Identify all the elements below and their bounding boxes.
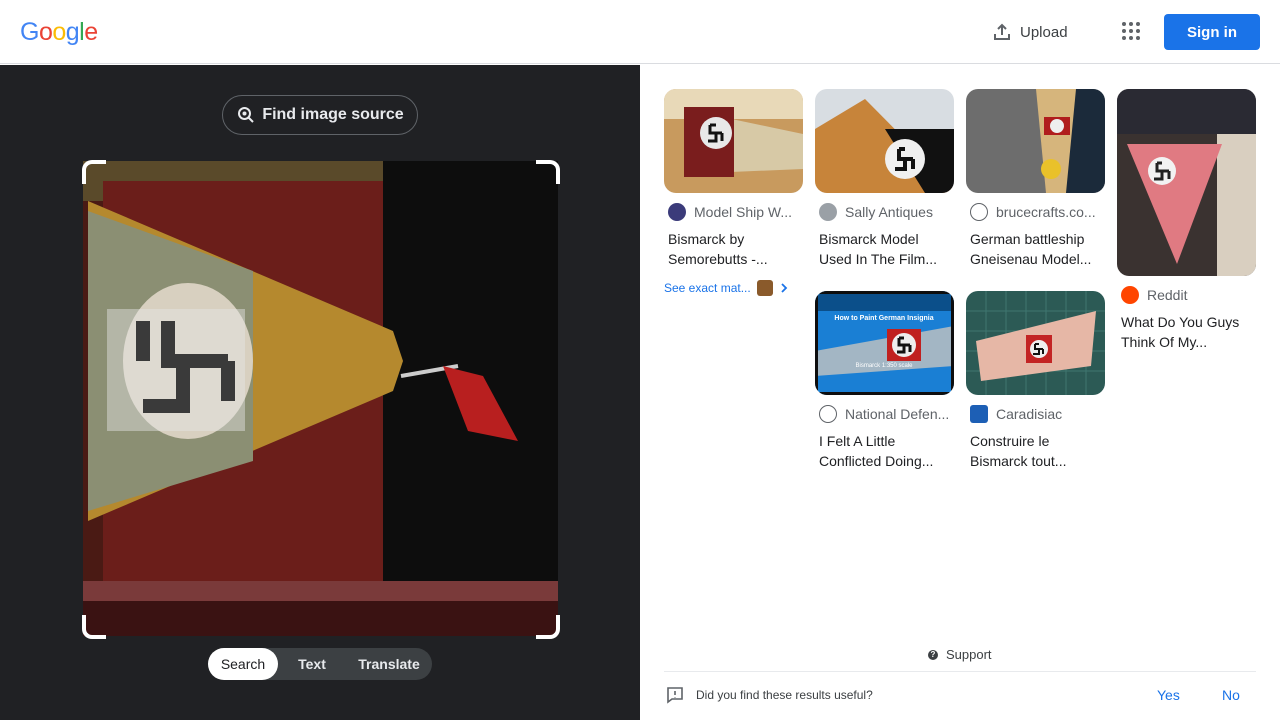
see-exact-matches-label: See exact mat... xyxy=(664,281,751,295)
result-source: Sally Antiques xyxy=(845,204,933,220)
upload-button[interactable]: Upload xyxy=(992,20,1068,44)
support-link[interactable]: ? Support xyxy=(928,647,992,662)
apps-grid-icon[interactable] xyxy=(1120,20,1144,44)
tab-translate[interactable]: Translate xyxy=(346,648,432,680)
globe-icon xyxy=(819,405,837,423)
result-source: Model Ship W... xyxy=(694,204,793,220)
result-title: What Do You Guys Think Of My... xyxy=(1121,314,1240,350)
result-thumbnail[interactable] xyxy=(815,89,954,193)
caradisiac-favicon xyxy=(970,405,988,423)
result-card[interactable]: Sally Antiques Bismarck Model Used In Th… xyxy=(815,89,954,269)
result-card[interactable]: Model Ship W... Bismarck by Semorebutts … xyxy=(664,89,803,269)
result-title: Construire le Bismarck tout... xyxy=(970,433,1067,469)
result-source: brucecrafts.co... xyxy=(996,204,1096,220)
thumbnail-title-text: How to Paint German Insignia xyxy=(834,315,933,322)
logo-letter: o xyxy=(38,18,53,46)
upload-icon xyxy=(994,23,1010,40)
result-card[interactable]: Reddit What Do You Guys Think Of My... xyxy=(1117,89,1256,352)
result-card[interactable]: brucecrafts.co... German battleship Gnei… xyxy=(966,89,1105,269)
sign-in-button[interactable]: Sign in xyxy=(1164,14,1260,50)
thumbnail-scale-text: Bismarck 1:350 scale xyxy=(855,363,913,369)
result-thumbnail[interactable] xyxy=(664,89,803,193)
feedback-yes-button[interactable]: Yes xyxy=(1157,687,1180,703)
tab-text[interactable]: Text xyxy=(278,648,346,680)
result-title: I Felt A Little Conflicted Doing... xyxy=(819,433,934,469)
logo-letter: G xyxy=(20,18,39,46)
feedback-no-button[interactable]: No xyxy=(1222,687,1240,703)
help-icon: ? xyxy=(928,649,938,660)
lens-mode-tabs: Search Text Translate xyxy=(208,648,432,680)
crop-handle-bottom-left[interactable] xyxy=(82,615,106,639)
result-card[interactable]: Caradisiac Construire le Bismarck tout..… xyxy=(966,291,1105,471)
footer-divider xyxy=(664,671,1256,672)
top-bar: Google Upload Sign in xyxy=(0,0,1280,64)
result-title: Bismarck by Semorebutts -... xyxy=(668,231,768,267)
result-thumbnail[interactable] xyxy=(1117,89,1256,276)
chevron-right-icon xyxy=(781,283,787,293)
result-thumbnail[interactable]: How to Paint German Insignia Bismarck 1:… xyxy=(815,291,954,395)
logo-letter: e xyxy=(84,18,98,46)
result-thumbnail[interactable] xyxy=(966,291,1105,395)
upload-label: Upload xyxy=(1020,23,1068,41)
result-card[interactable]: How to Paint German Insignia Bismarck 1:… xyxy=(815,291,954,471)
google-logo[interactable]: Google xyxy=(20,18,98,46)
lens-search-icon xyxy=(238,107,255,123)
reddit-favicon xyxy=(1121,286,1139,304)
crop-handle-bottom-right[interactable] xyxy=(536,615,560,639)
feedback-icon xyxy=(667,687,683,704)
result-thumbnail[interactable] xyxy=(966,89,1105,193)
exact-match-thumbnail xyxy=(756,280,773,296)
see-exact-matches-link[interactable]: See exact mat... xyxy=(664,280,789,296)
logo-letter: o xyxy=(52,18,66,46)
find-image-source-button[interactable]: Find image source xyxy=(222,95,418,135)
find-image-source-label: Find image source xyxy=(262,106,404,123)
crop-handle-top-left[interactable] xyxy=(82,160,106,184)
support-label: Support xyxy=(946,647,992,662)
feedback-prompt: Did you find these results useful? xyxy=(666,686,873,704)
query-image[interactable] xyxy=(83,161,558,636)
result-title: German battleship Gneisenau Model... xyxy=(970,231,1092,267)
model-ship-favicon xyxy=(668,203,686,221)
result-source: Reddit xyxy=(1147,287,1188,303)
crop-handle-top-right[interactable] xyxy=(536,160,560,184)
brucecrafts-favicon xyxy=(970,203,988,221)
result-title: Bismarck Model Used In The Film... xyxy=(819,231,938,267)
lens-preview-panel: Find image source Search Text Translate xyxy=(0,65,640,720)
feedback-question: Did you find these results useful? xyxy=(696,688,873,702)
tab-search[interactable]: Search xyxy=(208,648,278,680)
logo-letter: g xyxy=(65,18,80,46)
sally-antiques-favicon xyxy=(819,203,837,221)
result-source: National Defen... xyxy=(845,406,950,422)
result-source: Caradisiac xyxy=(996,406,1063,422)
